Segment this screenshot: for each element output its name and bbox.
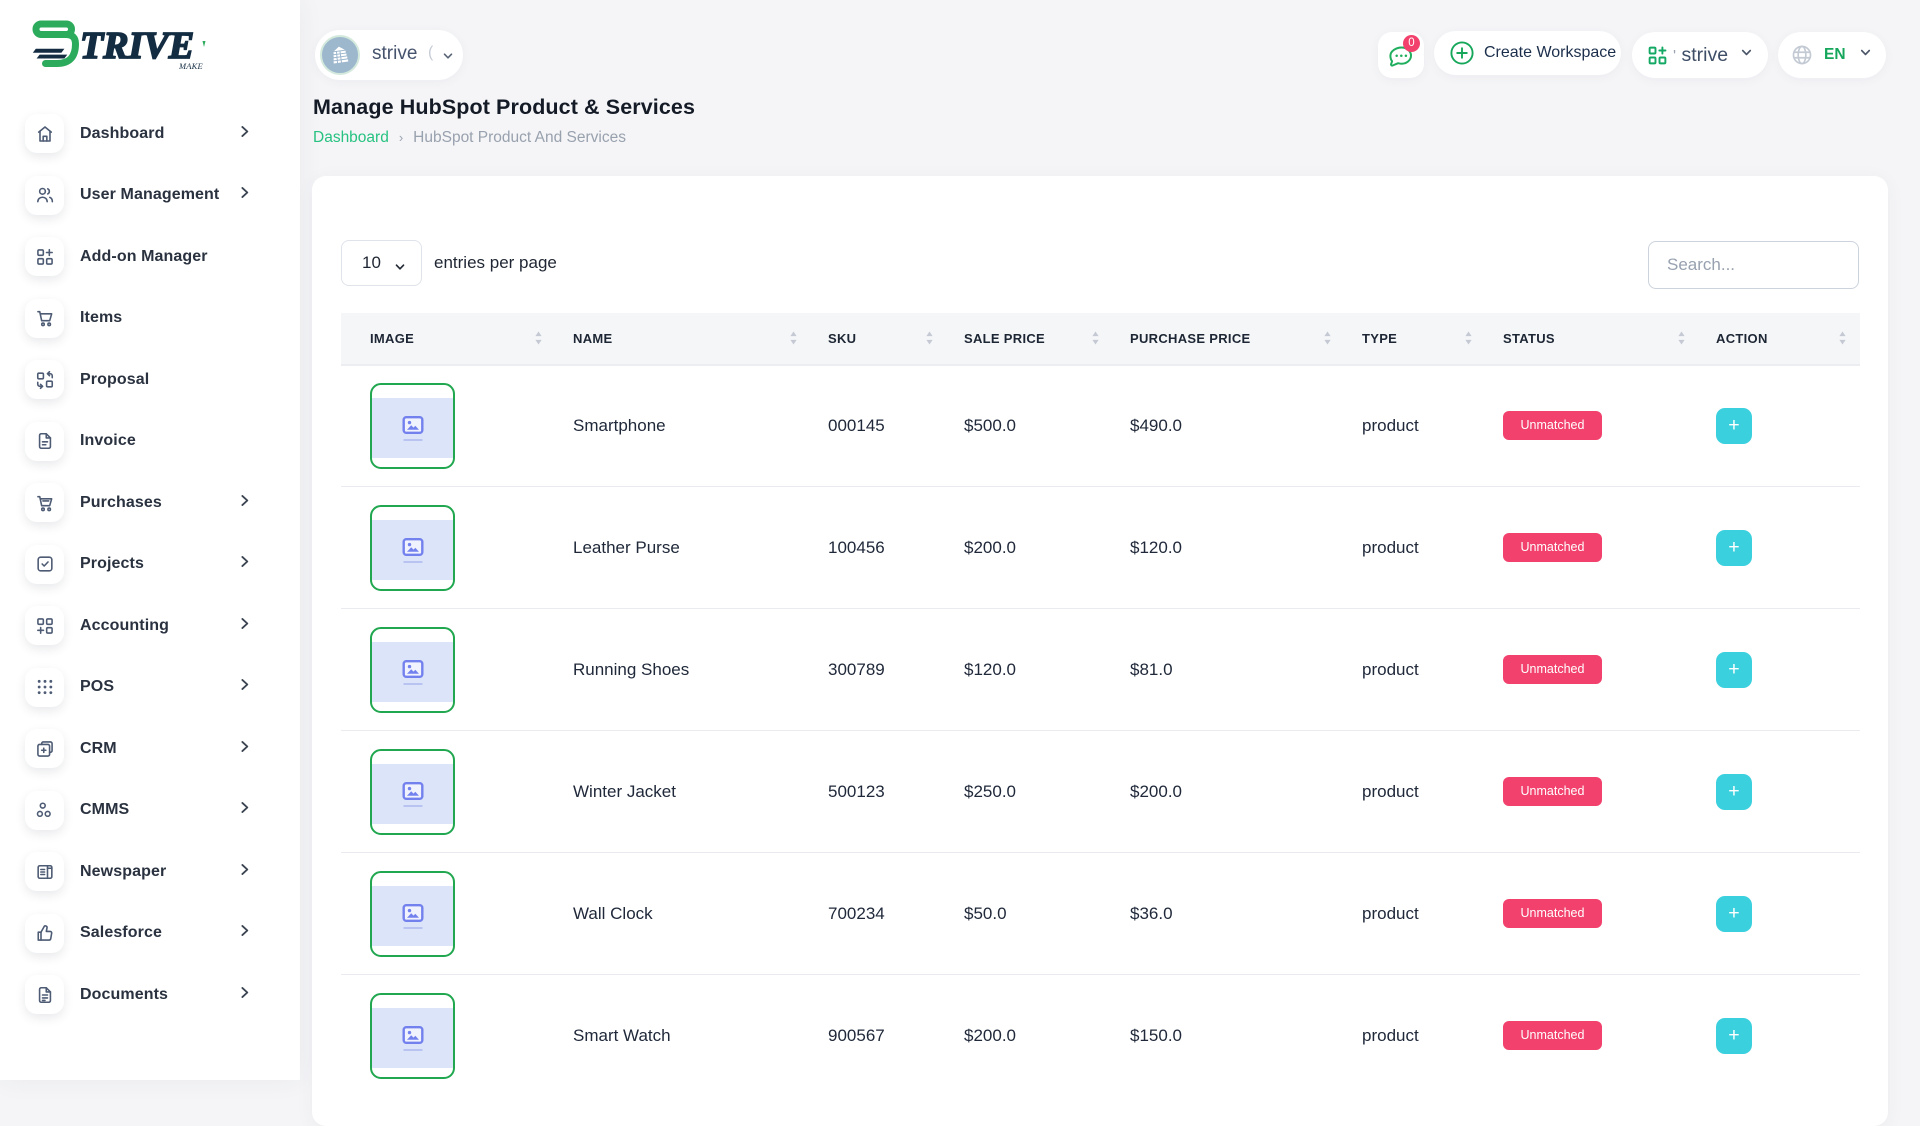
svg-text:TRIVE: TRIVE bbox=[80, 25, 194, 67]
svg-text:MAKE: MAKE bbox=[178, 61, 204, 71]
